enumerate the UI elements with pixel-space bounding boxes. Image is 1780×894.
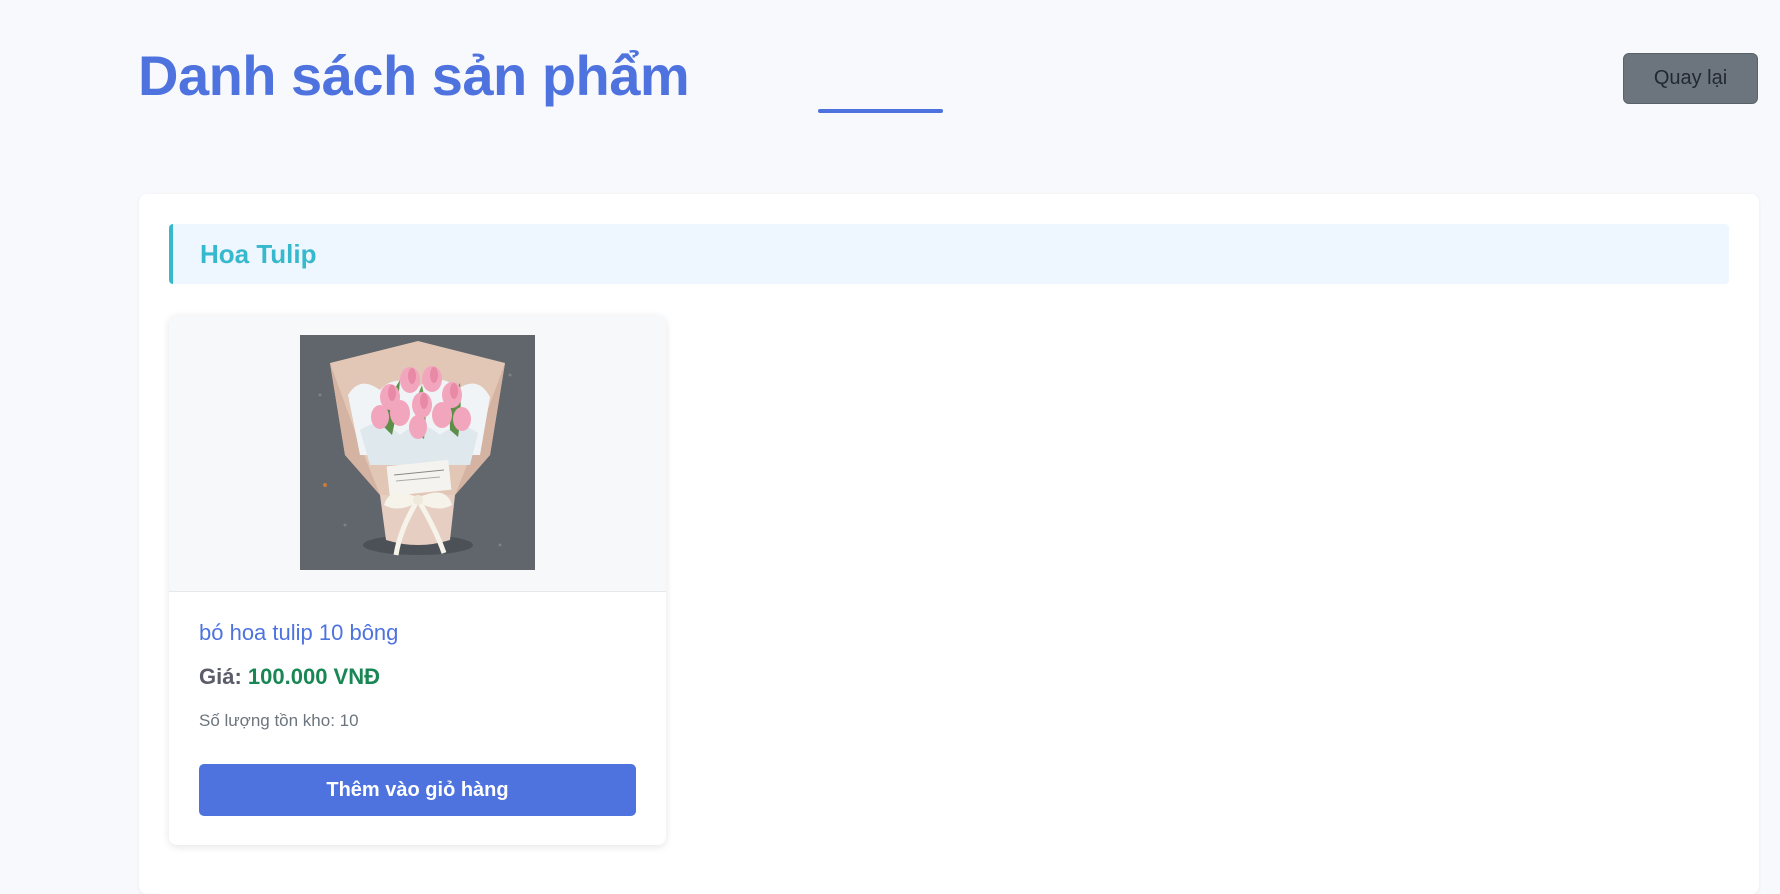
back-button[interactable]: Quay lại — [1623, 53, 1758, 104]
category-title: Hoa Tulip — [200, 239, 317, 269]
title-underline — [818, 109, 943, 113]
product-card: bó hoa tulip 10 bông Giá: 100.000 VNĐ Số… — [169, 315, 666, 845]
product-list-container: Hoa Tulip bó hoa tulip 10 bông Giá: 100.… — [139, 194, 1759, 894]
price-label: Giá: — [199, 664, 242, 689]
product-price: Giá: 100.000 VNĐ — [199, 664, 380, 690]
add-to-cart-button[interactable]: Thêm vào giỏ hàng — [199, 764, 636, 816]
stock-quantity: Số lượng tồn kho: 10 — [199, 711, 359, 730]
product-name[interactable]: bó hoa tulip 10 bông — [199, 620, 398, 646]
page-title: Danh sách sản phẩm — [138, 44, 690, 107]
product-image-area — [169, 315, 666, 592]
price-value: 100.000 VNĐ — [247, 664, 381, 689]
category-header: Hoa Tulip — [169, 224, 1729, 284]
tulip-bouquet-image[interactable] — [300, 335, 535, 570]
